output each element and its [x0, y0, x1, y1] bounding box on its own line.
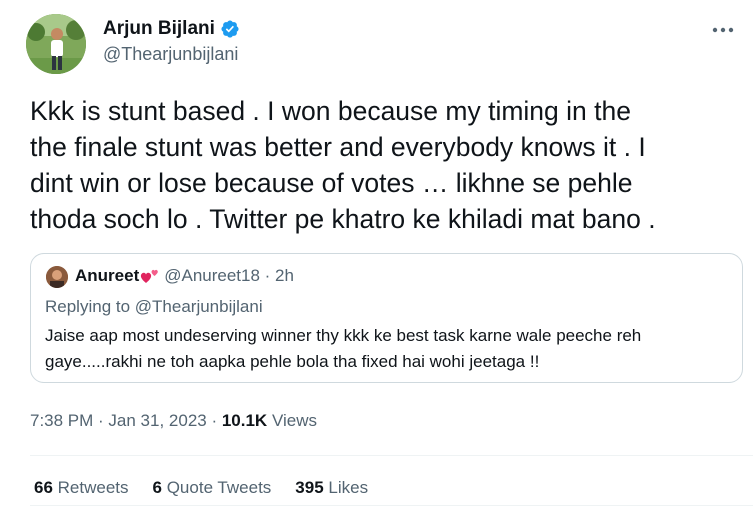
replying-mention-link[interactable]: @Thearjunbijlani [135, 297, 263, 316]
author-avatar[interactable] [26, 14, 86, 74]
replying-prefix: Replying to [45, 297, 135, 316]
author-display-name[interactable]: Arjun Bijlani [103, 18, 215, 40]
quoted-line: gaye.....rakhi ne toh aapka pehle bola t… [45, 352, 540, 371]
views-count: 10.1K [221, 411, 268, 430]
engagement-stats: 66 Retweets 6 Quote Tweets 395 Likes [34, 478, 368, 498]
verified-badge-icon [221, 20, 239, 38]
quoted-tweet-card[interactable]: Anureet @Anureet18 · 2h Replying to @The… [30, 253, 743, 383]
tweet-line: dint win or lose because of votes … likh… [30, 168, 633, 198]
timestamp-link[interactable]: 7:38 PM · Jan 31, 2023 · [30, 411, 222, 430]
retweets-count: 66 [34, 478, 53, 497]
tweet-line: Kkk is stunt based . I won because my ti… [30, 96, 631, 126]
views-label: Views [267, 411, 317, 430]
tweet-line: the finale stunt was better and everybod… [30, 132, 646, 162]
quoted-avatar-photo [46, 266, 68, 288]
author-handle[interactable]: @Thearjunbijlani [103, 44, 238, 65]
quoted-line: Jaise aap most undeserving winner thy kk… [45, 326, 642, 345]
divider [30, 505, 753, 506]
author-name-row[interactable]: Arjun Bijlani [103, 18, 240, 40]
retweets-label: Retweets [52, 478, 129, 497]
quote-tweets-stat[interactable]: 6 Quote Tweets [153, 478, 272, 498]
tweet-text: Kkk is stunt based . I won because my ti… [30, 93, 745, 237]
avatar-photo [26, 14, 86, 74]
quote-tweets-count: 6 [152, 478, 162, 497]
likes-label: Likes [323, 478, 369, 497]
more-options-icon[interactable] [709, 20, 737, 40]
tweet-meta: 7:38 PM · Jan 31, 2023 · 10.1K Views [30, 411, 317, 431]
tweet-line: thoda soch lo . Twitter pe khatro ke khi… [30, 204, 656, 234]
likes-stat[interactable]: 395 Likes [295, 478, 368, 498]
quote-tweets-label: Quote Tweets [161, 478, 272, 497]
likes-count: 395 [295, 478, 324, 497]
retweets-stat[interactable]: 66 Retweets [34, 478, 129, 498]
quoted-author-name[interactable]: Anureet [75, 266, 139, 286]
two-hearts-emoji-icon [141, 269, 159, 283]
quoted-author-avatar[interactable] [46, 266, 68, 288]
quoted-tweet-text: Jaise aap most undeserving winner thy kk… [45, 323, 735, 375]
divider [30, 455, 753, 456]
quoted-header: Anureet @Anureet18 · 2h [75, 266, 294, 286]
replying-to: Replying to @Thearjunbijlani [45, 297, 263, 317]
quoted-handle-time[interactable]: @Anureet18 · 2h [164, 266, 294, 286]
